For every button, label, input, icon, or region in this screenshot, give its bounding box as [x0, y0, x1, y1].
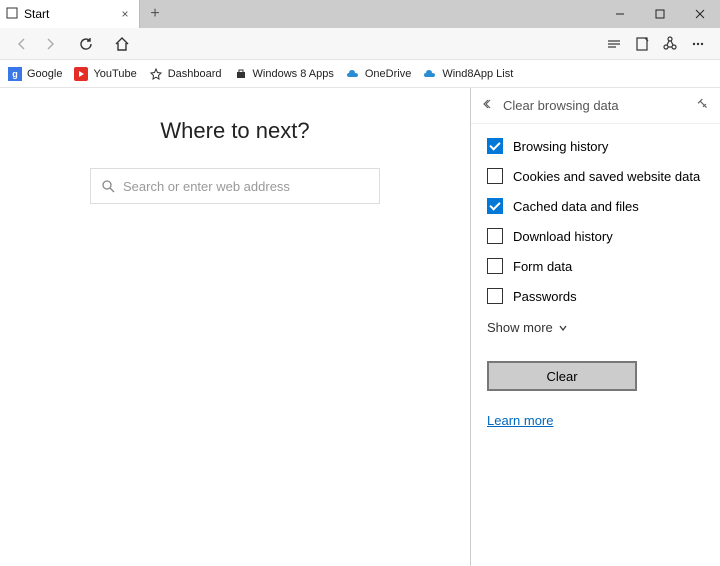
forward-button[interactable] — [36, 30, 64, 58]
back-button[interactable] — [8, 30, 36, 58]
chevron-down-icon — [558, 323, 568, 333]
tab-bar: Start × + — [0, 0, 720, 28]
checkbox-icon — [487, 168, 503, 184]
checkbox-cookies[interactable]: Cookies and saved website data — [487, 168, 704, 184]
favorite-label: OneDrive — [365, 68, 411, 80]
favorite-label: Dashboard — [168, 68, 222, 80]
main-content: Where to next? — [0, 88, 470, 566]
toolbar — [0, 28, 720, 60]
learn-more-label: Learn more — [487, 413, 553, 428]
favorite-label: Windows 8 Apps — [253, 68, 334, 80]
pin-icon[interactable] — [696, 97, 710, 114]
reading-view-button[interactable] — [600, 30, 628, 58]
favorite-label: Wind8App List — [442, 68, 513, 80]
star-icon — [149, 67, 163, 81]
tab-close-icon[interactable]: × — [117, 7, 133, 21]
checkbox-label: Cookies and saved website data — [513, 169, 700, 184]
checkbox-icon — [487, 198, 503, 214]
favorite-label: Google — [27, 68, 62, 80]
tab-page-icon — [6, 7, 18, 22]
search-box[interactable] — [90, 168, 380, 204]
checkbox-icon — [487, 228, 503, 244]
show-more-button[interactable]: Show more — [487, 320, 704, 335]
tab-start[interactable]: Start × — [0, 0, 140, 28]
more-button[interactable] — [684, 30, 712, 58]
search-input[interactable] — [123, 179, 369, 194]
youtube-icon — [74, 67, 88, 81]
checkbox-label: Browsing history — [513, 139, 608, 154]
panel-back-icon[interactable] — [481, 97, 495, 114]
share-button[interactable] — [656, 30, 684, 58]
minimize-button[interactable] — [600, 0, 640, 28]
panel-body: Browsing history Cookies and saved websi… — [471, 124, 720, 442]
home-button[interactable] — [108, 30, 136, 58]
checkbox-icon — [487, 258, 503, 274]
close-window-button[interactable] — [680, 0, 720, 28]
checkbox-browsing-history[interactable]: Browsing history — [487, 138, 704, 154]
tabbar-spacer — [170, 0, 600, 28]
favorite-onedrive[interactable]: OneDrive — [346, 67, 411, 81]
panel-header: Clear browsing data — [471, 88, 720, 124]
tab-title: Start — [24, 7, 117, 21]
content-area: Where to next? Clear browsing data Brows… — [0, 88, 720, 566]
favorite-label: YouTube — [93, 68, 136, 80]
google-icon: g — [8, 67, 22, 81]
onedrive-icon — [423, 67, 437, 81]
favorite-wind8applist[interactable]: Wind8App List — [423, 67, 513, 81]
favorites-bar: g Google YouTube Dashboard Windows 8 App… — [0, 60, 720, 88]
checkbox-form-data[interactable]: Form data — [487, 258, 704, 274]
new-tab-button[interactable]: + — [140, 0, 170, 28]
favorite-dashboard[interactable]: Dashboard — [149, 67, 222, 81]
onedrive-icon — [346, 67, 360, 81]
clear-button[interactable]: Clear — [487, 361, 637, 391]
checkbox-icon — [487, 288, 503, 304]
maximize-button[interactable] — [640, 0, 680, 28]
checkbox-label: Form data — [513, 259, 572, 274]
window-controls — [600, 0, 720, 28]
checkbox-download-history[interactable]: Download history — [487, 228, 704, 244]
favorite-youtube[interactable]: YouTube — [74, 67, 136, 81]
checkbox-cached-data[interactable]: Cached data and files — [487, 198, 704, 214]
clear-browsing-data-panel: Clear browsing data Browsing history Coo… — [470, 88, 720, 566]
refresh-button[interactable] — [72, 30, 100, 58]
panel-title: Clear browsing data — [503, 98, 688, 113]
checkbox-label: Cached data and files — [513, 199, 639, 214]
learn-more-link[interactable]: Learn more — [487, 413, 704, 428]
search-icon — [101, 179, 115, 193]
checkbox-passwords[interactable]: Passwords — [487, 288, 704, 304]
note-button[interactable] — [628, 30, 656, 58]
favorite-windows8apps[interactable]: Windows 8 Apps — [234, 67, 334, 81]
checkbox-icon — [487, 138, 503, 154]
favorite-google[interactable]: g Google — [8, 67, 62, 81]
clear-button-label: Clear — [546, 369, 577, 384]
page-heading: Where to next? — [160, 118, 309, 144]
show-more-label: Show more — [487, 320, 553, 335]
store-icon — [234, 67, 248, 81]
checkbox-label: Download history — [513, 229, 613, 244]
checkbox-label: Passwords — [513, 289, 577, 304]
